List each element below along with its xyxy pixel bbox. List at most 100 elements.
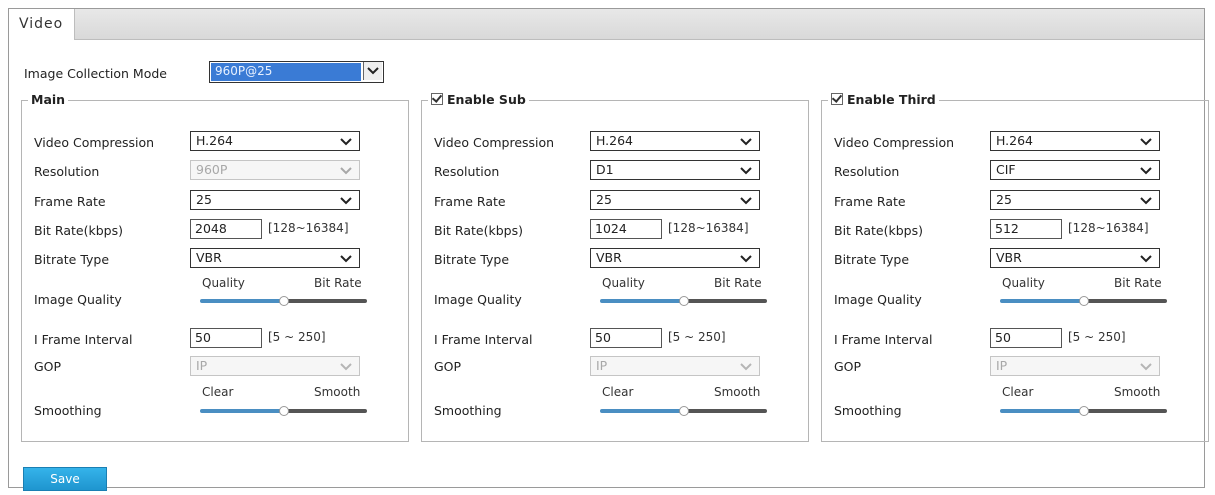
- bit-rate-input[interactable]: 512: [990, 219, 1062, 239]
- image-quality-label: Image Quality: [834, 292, 922, 307]
- image-quality-slider-thumb[interactable]: [678, 296, 689, 306]
- bit-rate-range: [128~16384]: [1068, 221, 1149, 235]
- i-frame-interval-input[interactable]: 50: [990, 328, 1062, 348]
- bitrate-type-label: Bitrate Type: [834, 252, 910, 267]
- resolution-value: D1: [596, 162, 614, 177]
- frame-rate-select[interactable]: 25: [990, 190, 1160, 210]
- chevron-down-icon: [338, 357, 354, 375]
- quality-caption: Quality: [602, 276, 645, 290]
- chevron-down-icon: [338, 161, 354, 179]
- smooth-caption: Smooth: [1114, 385, 1161, 399]
- chevron-down-icon: [1138, 132, 1154, 150]
- bit-rate-caption: Bit Rate: [1114, 276, 1162, 290]
- frame-rate-value: 25: [596, 192, 612, 207]
- bit-rate-input[interactable]: 2048: [190, 219, 262, 239]
- video-compression-label: Video Compression: [834, 135, 955, 150]
- smoothing-slider-thumb[interactable]: [678, 406, 689, 416]
- frame-rate-select[interactable]: 25: [590, 190, 760, 210]
- tab-bar: Video: [9, 9, 1204, 40]
- group-legend: Main: [28, 92, 69, 107]
- i-frame-interval-range: [5 ~ 250]: [1068, 330, 1126, 344]
- resolution-select[interactable]: D1: [590, 160, 760, 180]
- frame-rate-value: 25: [196, 192, 212, 207]
- resolution-label: Resolution: [834, 164, 900, 179]
- resolution-value: 960P: [196, 162, 228, 177]
- bitrate-type-label: Bitrate Type: [34, 252, 110, 267]
- video-compression-value: H.264: [596, 133, 634, 148]
- chevron-down-icon: [1138, 191, 1154, 209]
- smoothing-label: Smoothing: [434, 403, 502, 418]
- smoothing-slider-thumb[interactable]: [1078, 406, 1089, 416]
- bitrate-type-value: VBR: [996, 250, 1022, 265]
- stream-group-3: Enable Third Video Compression H.264 Res…: [821, 92, 1209, 442]
- stream-group-2: Enable Sub Video Compression H.264 Resol…: [421, 92, 809, 442]
- i-frame-interval-input[interactable]: 50: [190, 328, 262, 348]
- stream-group-1: Main Video Compression H.264 Resolution …: [21, 92, 409, 442]
- frame-rate-label: Frame Rate: [434, 194, 506, 209]
- image-quality-label: Image Quality: [434, 292, 522, 307]
- bitrate-type-label: Bitrate Type: [434, 252, 510, 267]
- bit-rate-input[interactable]: 1024: [590, 219, 662, 239]
- video-compression-select[interactable]: H.264: [190, 131, 360, 151]
- i-frame-interval-label: I Frame Interval: [834, 332, 933, 347]
- i-frame-interval-input[interactable]: 50: [590, 328, 662, 348]
- resolution-select[interactable]: 960P: [190, 160, 360, 180]
- bit-rate-range: [128~16384]: [668, 221, 749, 235]
- chevron-down-icon: [1138, 249, 1154, 267]
- resolution-select[interactable]: CIF: [990, 160, 1160, 180]
- enable-checkbox[interactable]: [831, 93, 843, 105]
- group-legend: Enable Third: [828, 92, 939, 107]
- bitrate-type-select[interactable]: VBR: [990, 248, 1160, 268]
- video-compression-select[interactable]: H.264: [990, 131, 1160, 151]
- gop-select[interactable]: IP: [190, 356, 360, 376]
- group-legend-label: Enable Third: [847, 92, 936, 107]
- bitrate-type-select[interactable]: VBR: [190, 248, 360, 268]
- frame-rate-label: Frame Rate: [834, 194, 906, 209]
- chevron-down-icon: [363, 62, 382, 80]
- frame-rate-select[interactable]: 25: [190, 190, 360, 210]
- tab-video[interactable]: Video: [9, 9, 75, 40]
- chevron-down-icon: [1138, 161, 1154, 179]
- chevron-down-icon: [1138, 357, 1154, 375]
- i-frame-interval-range: [5 ~ 250]: [668, 330, 726, 344]
- image-collection-mode-value: 960P@25: [211, 63, 361, 81]
- gop-value: IP: [996, 358, 1008, 373]
- group-legend: Enable Sub: [428, 92, 529, 107]
- group-legend-label: Enable Sub: [447, 92, 526, 107]
- smoothing-label: Smoothing: [34, 403, 102, 418]
- image-quality-label: Image Quality: [34, 292, 122, 307]
- bit-rate-label: Bit Rate(kbps): [434, 223, 523, 238]
- resolution-label: Resolution: [34, 164, 100, 179]
- gop-label: GOP: [434, 359, 462, 374]
- smoothing-slider-thumb[interactable]: [278, 406, 289, 416]
- enable-checkbox[interactable]: [431, 93, 443, 105]
- quality-caption: Quality: [202, 276, 245, 290]
- video-compression-value: H.264: [996, 133, 1034, 148]
- bitrate-type-select[interactable]: VBR: [590, 248, 760, 268]
- gop-value: IP: [196, 358, 208, 373]
- image-collection-mode-select[interactable]: 960P@25: [209, 61, 384, 83]
- group-legend-label: Main: [31, 92, 66, 107]
- chevron-down-icon: [738, 132, 754, 150]
- clear-caption: Clear: [602, 385, 634, 399]
- image-quality-slider-thumb[interactable]: [278, 296, 289, 306]
- video-compression-label: Video Compression: [434, 135, 555, 150]
- video-compression-select[interactable]: H.264: [590, 131, 760, 151]
- image-quality-slider-thumb[interactable]: [1078, 296, 1089, 306]
- save-button[interactable]: Save: [23, 467, 107, 491]
- bit-rate-label: Bit Rate(kbps): [834, 223, 923, 238]
- i-frame-interval-label: I Frame Interval: [434, 332, 533, 347]
- chevron-down-icon: [338, 132, 354, 150]
- bit-rate-range: [128~16384]: [268, 221, 349, 235]
- clear-caption: Clear: [1002, 385, 1034, 399]
- gop-select[interactable]: IP: [590, 356, 760, 376]
- chevron-down-icon: [738, 191, 754, 209]
- gop-label: GOP: [834, 359, 862, 374]
- i-frame-interval-label: I Frame Interval: [34, 332, 133, 347]
- smooth-caption: Smooth: [314, 385, 361, 399]
- gop-select[interactable]: IP: [990, 356, 1160, 376]
- video-settings-panel: Video Image Collection Mode 960P@25 Main…: [8, 8, 1209, 491]
- smoothing-label: Smoothing: [834, 403, 902, 418]
- bit-rate-caption: Bit Rate: [714, 276, 762, 290]
- chevron-down-icon: [338, 191, 354, 209]
